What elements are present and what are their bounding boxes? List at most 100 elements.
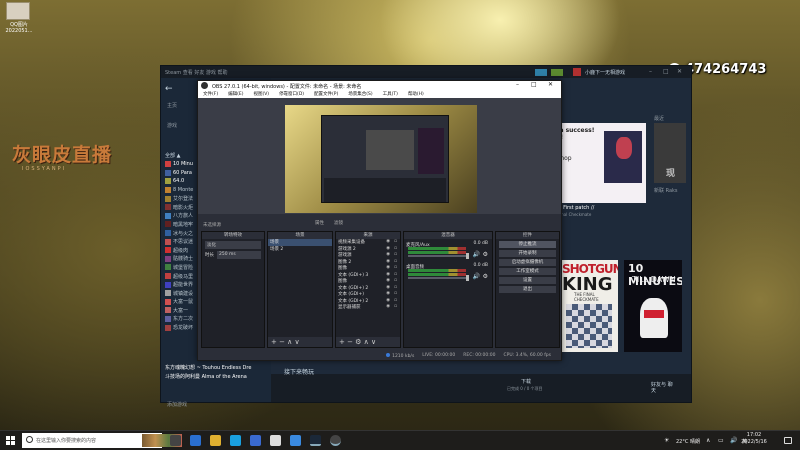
game-cover-shotgun-king[interactable]: SHOTGUN KING THE FINAL CHECKMATE — [560, 260, 618, 352]
game-name: 暗黑地牢 — [173, 221, 194, 228]
lock-icon[interactable]: ▫ — [394, 246, 397, 251]
speaker-icon[interactable]: 🔊 — [473, 251, 480, 258]
visibility-eye-icon[interactable]: ◉ — [386, 304, 390, 309]
steam-home-link[interactable]: 主页 — [167, 102, 177, 109]
menu-tools[interactable]: 工具(T) — [383, 91, 398, 97]
steam-app-icon[interactable] — [310, 435, 321, 446]
steam-username[interactable]: 小鹿下一无相游戏 — [585, 69, 625, 76]
gear-icon[interactable]: ⚙ — [483, 251, 488, 258]
start-recording-button[interactable]: 开始录制 — [499, 250, 556, 257]
visibility-eye-icon[interactable]: ◉ — [386, 259, 390, 264]
menu-help[interactable]: 帮助(H) — [408, 91, 424, 97]
steam-maximize-icon[interactable]: □ — [663, 68, 669, 75]
lock-icon[interactable]: ▫ — [394, 259, 397, 264]
news-character — [616, 137, 632, 159]
steam-avatar[interactable] — [573, 68, 581, 76]
menu-edit[interactable]: 编辑(E) — [228, 91, 243, 97]
weather-text[interactable]: 22°C 晴朗 — [676, 438, 700, 445]
steam-game-item[interactable]: 斗技场的阿利曼 Alma of the Arena — [165, 373, 247, 380]
steam-minimize-icon[interactable]: – — [649, 68, 652, 75]
menu-scene-collection[interactable]: 场景集合(S) — [348, 91, 372, 97]
steam-game-item[interactable]: 东方魂魄幻想 ~ Touhou Endless Dre — [165, 364, 251, 371]
transition-select[interactable]: 淡化 — [205, 241, 261, 249]
duration-input[interactable]: 250 ms — [217, 251, 261, 259]
visibility-eye-icon[interactable]: ◉ — [386, 239, 390, 244]
visibility-eye-icon[interactable]: ◉ — [386, 272, 390, 277]
menu-profile[interactable]: 配置文件(P) — [314, 91, 338, 97]
source-toolbar-bottom[interactable]: + − ⚙ ∧ ∨ — [336, 337, 400, 347]
mail-icon[interactable] — [270, 435, 281, 446]
steam-games-section[interactable]: 游戏 — [167, 122, 177, 129]
lock-icon[interactable]: ▫ — [394, 239, 397, 244]
properties-button[interactable]: 属性 — [315, 220, 324, 226]
menu-view[interactable]: 视图(V) — [253, 91, 269, 97]
widgets-icon[interactable] — [190, 435, 201, 446]
file-explorer-icon[interactable] — [210, 435, 221, 446]
steam-menu[interactable]: Steam 查看 好友 游戏 帮助 — [165, 69, 228, 76]
cover-accent — [644, 310, 664, 318]
visibility-eye-icon[interactable]: ◉ — [386, 278, 390, 283]
lock-icon[interactable]: ▫ — [394, 278, 397, 283]
volume-slider[interactable] — [408, 255, 466, 257]
obs-preview-canvas[interactable] — [285, 105, 477, 213]
download-label[interactable]: 下载 — [521, 378, 531, 385]
network-icon[interactable]: ▭ — [718, 437, 724, 444]
recent-label: 最近 — [654, 116, 665, 122]
settings-button[interactable]: 设置 — [499, 277, 556, 284]
steam-notification-icon[interactable] — [551, 69, 563, 76]
lock-icon[interactable]: ▫ — [394, 252, 397, 257]
steam-download-bar[interactable]: 下载 已完成 0 / 0 个项目 好友与 聊天 — [271, 374, 691, 402]
volume-slider-knob[interactable] — [466, 275, 469, 281]
notification-icon[interactable] — [784, 437, 792, 444]
obs-titlebar[interactable]: OBS 27.0.1 (64-bit, windows) - 配置文件: 未命名… — [198, 81, 561, 90]
volume-slider-knob[interactable] — [466, 253, 469, 259]
filters-button[interactable]: 滤镜 — [334, 220, 343, 226]
source-item[interactable]: 显示器捕获 ◉ ▫ — [336, 304, 400, 311]
stop-streaming-button[interactable]: 停止推流 — [499, 241, 556, 248]
scene-item[interactable]: 场景 2 — [268, 246, 332, 253]
lock-icon[interactable]: ▫ — [394, 291, 397, 296]
taskbar-clock[interactable]: 17:02 2022/5/16 — [734, 432, 774, 446]
back-arrow-icon[interactable]: ← — [165, 84, 173, 94]
lock-icon[interactable]: ▫ — [394, 285, 397, 290]
taskbar-search-box[interactable]: 在这里输入你要搜索的内容 — [22, 433, 182, 448]
steam-broadcast-icon[interactable] — [535, 69, 547, 76]
edge-browser-icon[interactable] — [230, 435, 241, 446]
visibility-eye-icon[interactable]: ◉ — [386, 285, 390, 290]
gear-icon[interactable]: ⚙ — [483, 273, 488, 280]
play-next-label[interactable]: 接下来畅玩 — [284, 367, 314, 376]
menu-docks[interactable]: 停靠窗口(D) — [279, 91, 304, 97]
lock-icon[interactable]: ▫ — [394, 272, 397, 277]
lock-icon[interactable]: ▫ — [394, 265, 397, 270]
game-cover-10-minutes[interactable]: 10 MINUTES TILL DAWN — [624, 260, 682, 352]
menu-file[interactable]: 文件(F) — [203, 91, 218, 97]
visibility-eye-icon[interactable]: ◉ — [386, 246, 390, 251]
visibility-eye-icon[interactable]: ◉ — [386, 298, 390, 303]
qq-app-icon[interactable] — [290, 435, 301, 446]
exit-button[interactable]: 退出 — [499, 286, 556, 293]
lock-icon[interactable]: ▫ — [394, 298, 397, 303]
speaker-icon[interactable]: 🔊 — [473, 273, 480, 280]
scene-toolbar[interactable]: + − ∧ ∨ — [268, 337, 332, 347]
obs-minimize-icon[interactable]: – — [516, 81, 519, 88]
steam-close-icon[interactable]: ✕ — [677, 68, 682, 75]
volume-slider[interactable] — [408, 277, 466, 279]
lock-icon[interactable]: ▫ — [394, 304, 397, 309]
source-name: 文本 (GDI+) 3 — [338, 272, 369, 278]
virtual-camera-button[interactable]: 启动虚拟摄像机 — [499, 259, 556, 266]
add-game-button[interactable]: 添加游戏 — [167, 401, 187, 408]
visibility-eye-icon[interactable]: ◉ — [386, 252, 390, 257]
obs-app-icon[interactable] — [330, 435, 341, 446]
obs-maximize-icon[interactable]: □ — [531, 81, 537, 88]
obs-close-icon[interactable]: ✕ — [548, 81, 553, 88]
visibility-eye-icon[interactable]: ◉ — [386, 265, 390, 270]
weather-icon[interactable]: ☀ — [664, 437, 669, 444]
task-view-icon[interactable] — [170, 435, 181, 446]
visibility-eye-icon[interactable]: ◉ — [386, 291, 390, 296]
studio-mode-button[interactable]: 工作室模式 — [499, 268, 556, 275]
friends-chat-button[interactable]: 好友与 聊天 — [651, 382, 673, 394]
windows-start-icon[interactable] — [6, 436, 15, 445]
desktop-file-icon[interactable] — [6, 2, 30, 20]
store-icon[interactable] — [250, 435, 261, 446]
tray-chevron-icon[interactable]: ∧ — [706, 437, 710, 444]
